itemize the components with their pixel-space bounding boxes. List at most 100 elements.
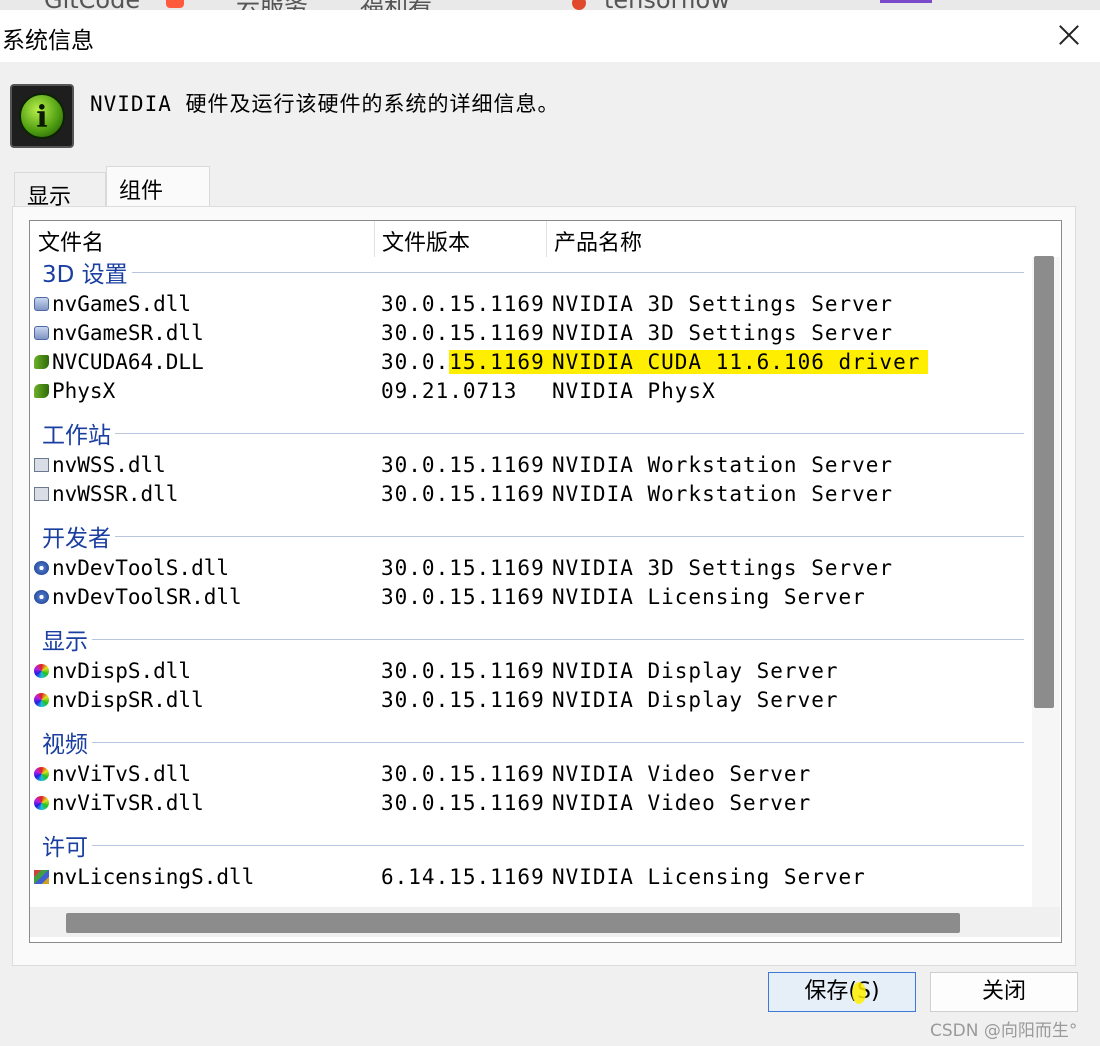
cell-filename: nvDispS.dll xyxy=(52,659,192,683)
cell-version: 6.14.15.1169 xyxy=(381,865,545,889)
cell-product: NVIDIA Display Server xyxy=(552,659,839,683)
cell-filename: nvDevToolS.dll xyxy=(52,556,230,580)
group-divider xyxy=(115,432,1024,434)
group-label: 开发者 xyxy=(42,526,111,552)
column-header-version[interactable]: 文件版本 xyxy=(374,221,546,257)
group-label: 显示 xyxy=(42,629,88,655)
table-row[interactable]: nvViTvSR.dll 30.0.15.1169 NVIDIA Video Ser… xyxy=(34,789,1024,818)
close-button[interactable]: 关闭 xyxy=(930,972,1078,1012)
table-row[interactable]: nvLicensingS.dll 6.14.15.1169 NVIDIA Licen… xyxy=(34,863,1024,892)
license-icon xyxy=(34,870,49,884)
cell-version: 30.0.15.1169 xyxy=(381,350,573,374)
table-row[interactable]: nvGameSR.dll 30.0.15.1169 NVIDIA 3D Settin… xyxy=(34,319,1024,348)
background-text: 云服务 xyxy=(236,0,308,10)
background-accent xyxy=(880,0,932,3)
background-logo-icon xyxy=(572,0,586,10)
background-window-strip: GitCode 云服务 福利看 tensorflow xyxy=(0,0,1100,10)
info-icon xyxy=(34,590,49,604)
cell-filename: nvGameSR.dll xyxy=(52,321,204,345)
cell-filename: nvWSSR.dll xyxy=(52,482,179,506)
group-divider xyxy=(92,741,1024,743)
group-label: 许可 xyxy=(42,835,88,861)
table-row[interactable]: nvViTvS.dll 30.0.15.1169 NVIDIA Video Serv… xyxy=(34,760,1024,789)
cell-version: 30.0.15.1169 xyxy=(381,762,545,786)
table-row[interactable]: PhysX 09.21.0713 NVIDIA PhysX xyxy=(34,377,1024,406)
tab-components[interactable]: 组件 xyxy=(106,166,210,208)
info-glyph: i xyxy=(36,100,48,135)
column-header-filename[interactable]: 文件名 xyxy=(30,221,374,257)
cell-filename: NVCUDA64.DLL xyxy=(52,350,204,374)
group-divider xyxy=(131,271,1024,273)
version-prefix: 30.0. xyxy=(381,350,450,374)
background-text: tensorflow xyxy=(604,0,730,10)
watermark: CSDN @向阳而生° xyxy=(930,1021,1078,1041)
cell-product: NVIDIA 3D Settings Server xyxy=(552,321,894,345)
workstation-icon xyxy=(34,487,49,501)
info-icon xyxy=(34,561,49,575)
table-row[interactable]: nvDevToolSR.dll 30.0.15.1169 NVIDIA Licens… xyxy=(34,583,1024,612)
components-list[interactable]: 文件名 文件版本 产品名称 3D 设置 nvGameS.dll 30.0.15.11… xyxy=(29,220,1062,943)
cell-product: NVIDIA Workstation Server xyxy=(552,482,894,506)
cell-product: NVIDIA Licensing Server xyxy=(552,585,866,609)
color-wheel-icon xyxy=(34,664,49,678)
group-header: 工作站 xyxy=(42,418,1024,449)
background-badge xyxy=(166,0,184,8)
table-row[interactable]: NVCUDA64.DLL 30.0.15.1169 NVIDIA CUDA 11.… xyxy=(34,348,1024,377)
system-info-dialog: 系统信息 i NVIDIA 硬件及运行该硬件的系统的详细信息。 显示 组件 文件… xyxy=(0,10,1100,1046)
table-row[interactable]: nvGameS.dll 30.0.15.1169 NVIDIA 3D Setting… xyxy=(34,290,1024,319)
title-bar: 系统信息 xyxy=(0,10,1100,62)
dialog-description: NVIDIA 硬件及运行该硬件的系统的详细信息。 xyxy=(90,92,560,116)
color-wheel-icon xyxy=(34,693,49,707)
dialog-title: 系统信息 xyxy=(2,28,94,54)
cell-version: 30.0.15.1169 xyxy=(381,585,545,609)
vertical-scroll-thumb[interactable] xyxy=(1034,256,1054,708)
cell-version: 30.0.15.1169 xyxy=(381,688,545,712)
group-divider xyxy=(92,638,1024,640)
save-button[interactable]: 保存(S) xyxy=(768,972,916,1012)
nvidia-icon xyxy=(34,355,49,369)
cell-version: 30.0.15.1169 xyxy=(381,321,545,345)
nvidia-info-icon: i xyxy=(10,84,74,148)
table-row[interactable]: nvWSS.dll 30.0.15.1169 NVIDIA Workstation … xyxy=(34,451,1024,480)
workstation-icon xyxy=(34,458,49,472)
group-divider xyxy=(115,535,1024,537)
group-label: 工作站 xyxy=(42,423,111,449)
cell-version: 30.0.15.1169 xyxy=(381,556,545,580)
cell-filename: PhysX xyxy=(52,379,116,403)
cell-product: NVIDIA 3D Settings Server xyxy=(552,292,894,316)
group-header: 视频 xyxy=(42,727,1024,758)
components-panel: 文件名 文件版本 产品名称 3D 设置 nvGameS.dll 30.0.15.11… xyxy=(12,206,1076,966)
cursor-highlight xyxy=(852,982,866,1004)
cell-version: 30.0.15.1169 xyxy=(381,482,545,506)
table-row[interactable]: nvDispSR.dll 30.0.15.1169 NVIDIA Display S… xyxy=(34,686,1024,715)
cell-version: 30.0.15.1169 xyxy=(381,659,545,683)
cell-version: 30.0.15.1169 xyxy=(381,292,545,316)
tab-display[interactable]: 显示 xyxy=(14,172,106,210)
table-row[interactable]: nvDispS.dll 30.0.15.1169 NVIDIA Display Se… xyxy=(34,657,1024,686)
cell-product: NVIDIA Display Server xyxy=(552,688,839,712)
cell-filename: nvGameS.dll xyxy=(52,292,192,316)
column-header-product[interactable]: 产品名称 xyxy=(546,221,1026,257)
color-wheel-icon xyxy=(34,767,49,781)
color-wheel-icon xyxy=(34,796,49,810)
group-header: 3D 设置 xyxy=(42,257,1024,288)
cell-product: NVIDIA CUDA 11.6.106 driver xyxy=(552,350,929,374)
horizontal-scroll-thumb[interactable] xyxy=(66,913,960,933)
table-row[interactable]: nvDevToolS.dll 30.0.15.1169 NVIDIA 3D Sett… xyxy=(34,554,1024,583)
cell-product: NVIDIA PhysX xyxy=(552,379,716,403)
group-header: 显示 xyxy=(42,624,1024,655)
cell-product: NVIDIA 3D Settings Server xyxy=(552,556,894,580)
cell-version: 09.21.0713 xyxy=(381,379,518,403)
cell-version: 30.0.15.1169 xyxy=(381,453,545,477)
group-label: 3D 设置 xyxy=(42,262,128,288)
close-icon[interactable] xyxy=(1054,20,1084,50)
cell-product: NVIDIA Licensing Server xyxy=(552,865,866,889)
nvidia-icon xyxy=(34,384,49,398)
group-label: 视频 xyxy=(42,732,88,758)
gear-icon xyxy=(34,326,49,340)
cell-version: 30.0.15.1169 xyxy=(381,791,545,815)
background-text: GitCode xyxy=(44,0,140,10)
table-row[interactable]: nvWSSR.dll 30.0.15.1169 NVIDIA Workstation… xyxy=(34,480,1024,509)
cell-filename: nvViTvS.dll xyxy=(52,762,192,786)
cell-filename: nvDispSR.dll xyxy=(52,688,204,712)
